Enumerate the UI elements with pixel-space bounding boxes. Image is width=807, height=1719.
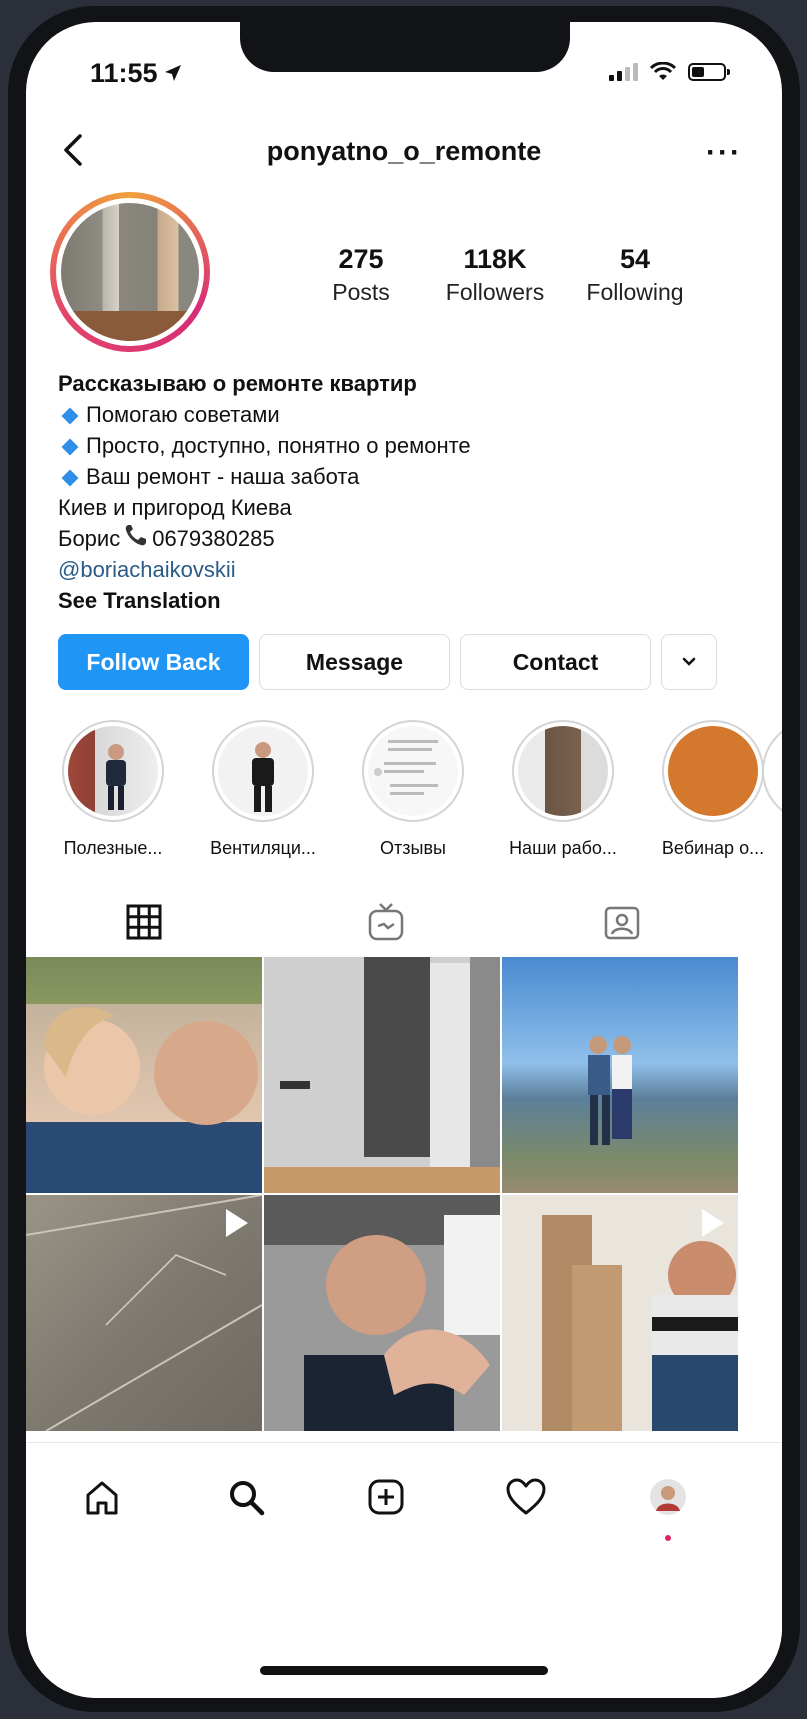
suggested-dropdown-button[interactable] [661,634,717,690]
phone-icon [124,523,148,554]
highlight-label: С [748,838,782,859]
status-icons [609,62,730,82]
wifi-icon [650,62,676,80]
stat-followers[interactable]: 118K Followers [418,244,572,306]
stat-followers-label: Followers [445,279,545,305]
action-buttons: Follow Back Message Contact [58,634,717,690]
highlight-ring [512,720,614,822]
highlight-cover [518,726,608,816]
bio-contact: Борис 0679380285 [58,523,758,554]
stat-posts-label: Posts [332,279,390,305]
home-indicator [260,1666,548,1675]
stat-posts[interactable]: 275 Posts [306,244,416,306]
story-highlights: Полезные... Вентиляци... Отзывы Наши раб… [48,720,782,860]
post-thumbnail[interactable] [502,957,738,1193]
more-options-icon[interactable]: ··· [706,136,742,170]
highlight-item[interactable]: Наши рабо... [498,720,628,859]
post-thumbnail[interactable] [502,1195,738,1431]
post-thumbnail[interactable] [264,1195,500,1431]
profile-avatar[interactable] [50,192,210,352]
highlight-label: Наши рабо... [509,838,617,858]
highlight-item[interactable]: Вентиляци... [198,720,328,859]
bio-line: Помогаю советами [58,399,758,430]
highlight-cover [368,726,458,816]
bio-mention-link[interactable]: @boriachaikovskii [58,554,758,585]
blue-diamond-icon [61,407,79,425]
highlight-ring [62,720,164,822]
video-play-icon [702,1209,724,1237]
home-icon[interactable] [80,1475,124,1519]
video-play-icon [226,1209,248,1237]
tagged-icon[interactable] [602,902,642,942]
post-thumbnail[interactable] [264,957,500,1193]
bio-line: Просто, доступно, понятно о ремонте [58,430,758,461]
highlight-label: Отзывы [380,838,446,858]
bottom-navigation [26,1442,782,1698]
bio-line: Ваш ремонт - наша забота [58,461,758,492]
status-time: 11:55 [90,58,182,89]
post-thumbnail[interactable] [26,1195,262,1431]
bio-line-text: Ваш ремонт - наша забота [86,464,360,489]
profile-bio: Рассказываю о ремонте квартир Помогаю со… [58,368,758,616]
contact-button[interactable]: Contact [460,634,651,690]
stat-followers-value: 118K [463,244,527,274]
notification-dot [665,1535,671,1541]
highlight-ring [762,720,782,822]
heart-icon[interactable] [504,1475,548,1519]
highlight-ring [362,720,464,822]
blue-diamond-icon [61,438,79,456]
highlight-item[interactable]: С [748,720,782,859]
stat-posts-value: 275 [338,244,384,274]
avatar-image [61,203,199,341]
highlight-cover [68,726,158,816]
grid-icon[interactable] [124,902,164,942]
stat-following-label: Following [586,279,684,305]
profile-avatar-icon[interactable] [646,1475,690,1519]
highlight-label: Вентиляци... [210,838,316,858]
phone-frame: 11:55 ponyatno_o_remonte ··· 275 Posts 1… [8,6,800,1712]
bio-location: Киев и пригород Киева [58,495,292,520]
notch [240,22,570,72]
add-post-icon[interactable] [364,1475,408,1519]
follow-back-button[interactable]: Follow Back [58,634,249,690]
profile-username: ponyatno_o_remonte [266,136,542,166]
profile-tabs [26,886,782,954]
status-time-text: 11:55 [90,58,158,88]
bio-phone-number[interactable]: 0679380285 [152,526,274,551]
battery-icon [688,63,730,81]
message-button[interactable]: Message [259,634,450,690]
see-translation-link[interactable]: See Translation [58,585,758,616]
blue-diamond-icon [61,469,79,487]
stat-following[interactable]: 54 Following [576,244,694,306]
chevron-down-icon [682,657,696,666]
profile-header: ponyatno_o_remonte ··· [26,122,782,182]
signal-icon [609,63,638,81]
post-thumbnail[interactable] [26,957,262,1193]
location-arrow-icon [164,58,182,89]
stat-following-value: 54 [619,244,651,274]
profile-stats: 275 Posts 118K Followers 54 Following [306,244,694,306]
search-icon[interactable] [224,1475,268,1519]
bio-title: Рассказываю о ремонте квартир [58,371,417,396]
highlight-item[interactable]: Полезные... [48,720,178,859]
igtv-icon[interactable] [366,902,406,942]
highlight-ring [212,720,314,822]
highlight-cover [668,726,758,816]
highlight-item[interactable]: Отзывы [348,720,478,859]
avatar-frame [56,198,204,346]
app-screen: 11:55 ponyatno_o_remonte ··· 275 Posts 1… [26,22,782,1698]
bio-line-text: Помогаю советами [86,402,280,427]
bio-line-text: Просто, доступно, понятно о ремонте [86,433,471,458]
highlight-label: Полезные... [63,838,163,858]
highlight-cover [218,726,308,816]
bio-contact-name: Борис [58,526,121,551]
